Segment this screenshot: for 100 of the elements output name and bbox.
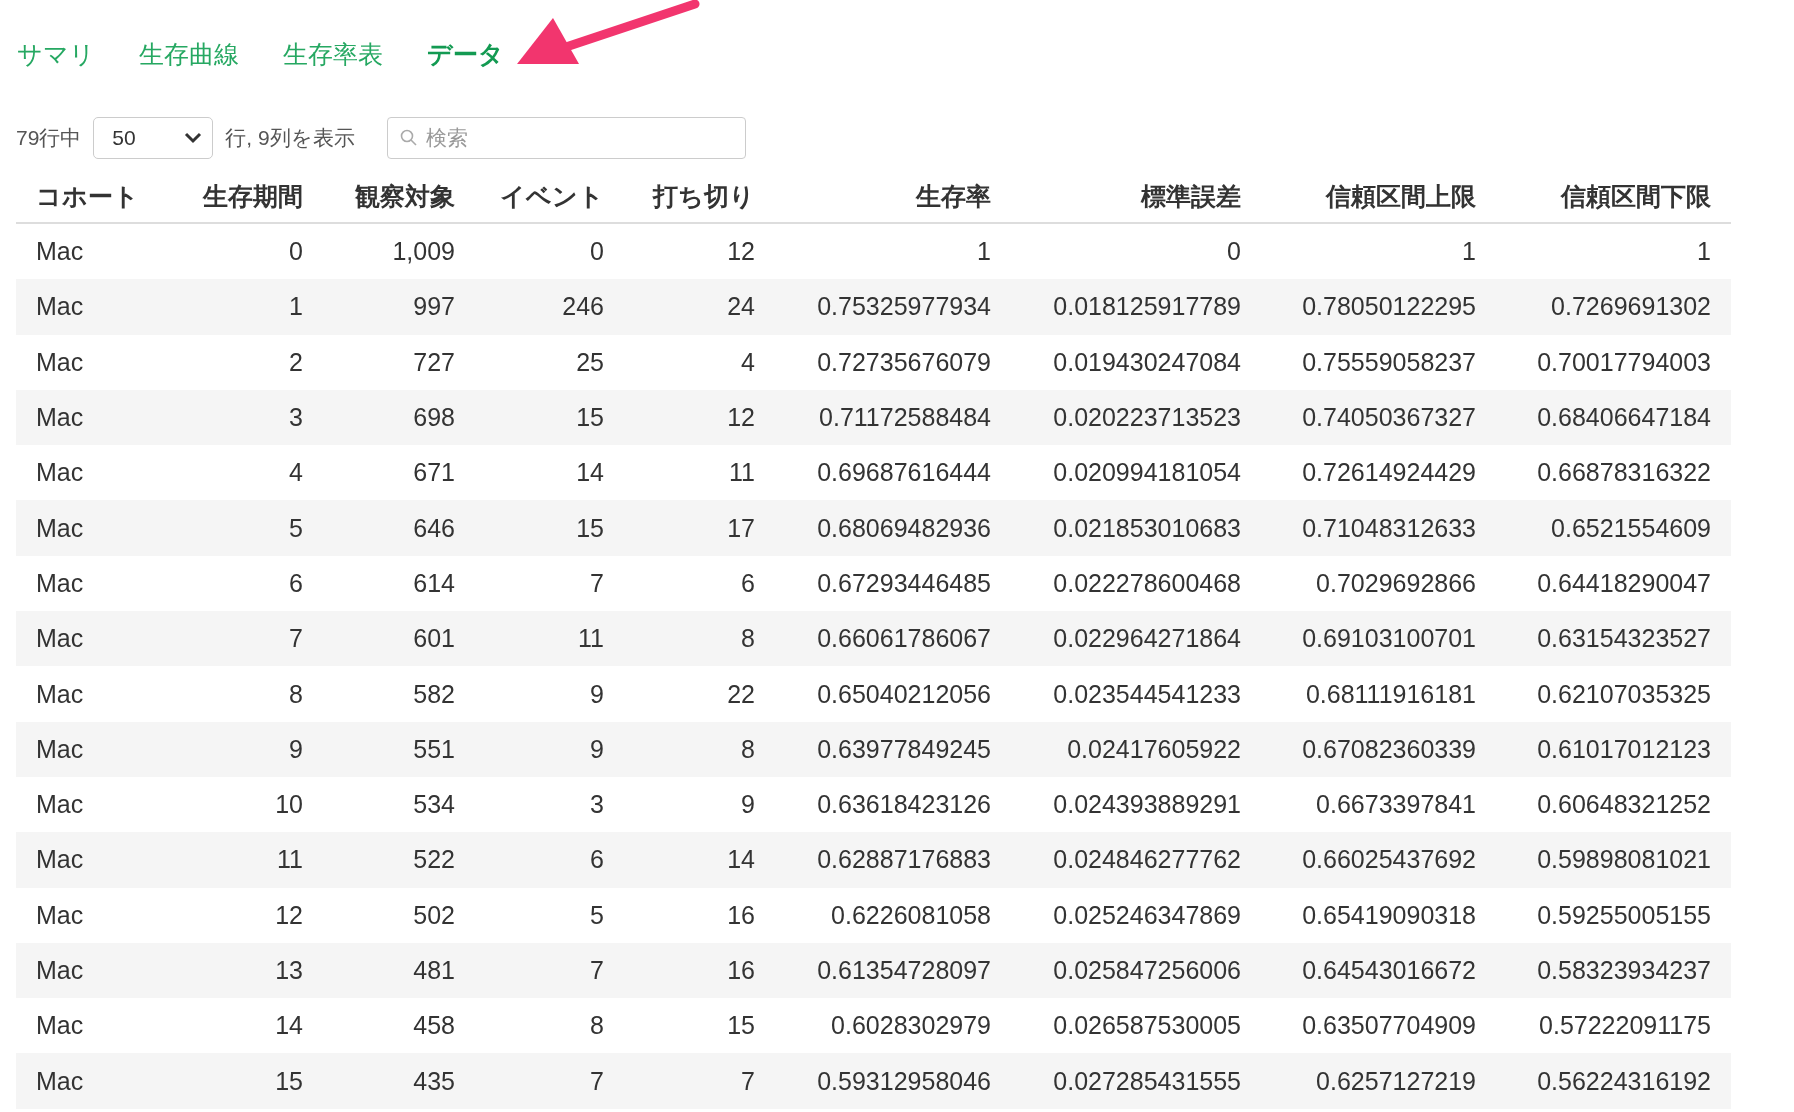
- table-cell: 1,009: [323, 223, 475, 280]
- table-cell: 0.59312958046: [775, 1053, 1011, 1109]
- table-cell: 0.6226081058: [775, 887, 1011, 943]
- table-cell: 502: [323, 887, 475, 943]
- column-header[interactable]: 生存率: [775, 170, 1011, 223]
- table-cell: 0.023544541233: [1011, 666, 1261, 722]
- column-header[interactable]: イベント: [475, 170, 624, 223]
- table-cell: 458: [323, 998, 475, 1054]
- table-cell: 7: [624, 1053, 775, 1109]
- table-cell: 12: [624, 223, 775, 280]
- table-cell: 0.68069482936: [775, 500, 1011, 556]
- table-cell: 8: [475, 998, 624, 1054]
- columns-count-label: 行, 9列を表示: [225, 125, 355, 151]
- table-cell: Mac: [16, 555, 180, 612]
- table-cell: 0.59898081021: [1496, 832, 1731, 888]
- table-cell: 14: [180, 998, 323, 1054]
- table-cell: 0.7269691302: [1496, 279, 1731, 335]
- caret-icon: [184, 132, 203, 144]
- table-cell: 0.6521554609: [1496, 500, 1731, 556]
- table-cell: 16: [624, 887, 775, 943]
- column-header[interactable]: 打ち切り: [624, 170, 775, 223]
- table-cell: 0.018125917789: [1011, 279, 1261, 335]
- table-cell: Mac: [16, 942, 180, 999]
- table-cell: 0.02417605922: [1011, 721, 1261, 777]
- table-cell: 11: [475, 611, 624, 667]
- table-cell: 0: [1011, 223, 1261, 280]
- table-cell: 6: [624, 555, 775, 612]
- table-cell: 7: [475, 555, 624, 612]
- table-cell: 0.63154323527: [1496, 611, 1731, 667]
- table-cell: 0.022964271864: [1011, 611, 1261, 667]
- table-cell: 1: [775, 223, 1011, 280]
- table-cell: 6: [475, 832, 624, 888]
- table-cell: 727: [323, 334, 475, 390]
- table-cell: 0.027285431555: [1011, 1053, 1261, 1109]
- table-cell: Mac: [16, 832, 180, 888]
- table-cell: 3: [180, 389, 323, 446]
- table-cell: 1: [1496, 223, 1731, 280]
- table-cell: Mac: [16, 776, 180, 833]
- table-cell: 0.62887176883: [775, 832, 1011, 888]
- table-cell: 11: [180, 832, 323, 888]
- search-icon: [399, 129, 418, 147]
- table-cell: 15: [624, 998, 775, 1054]
- table-cell: 0.66025437692: [1261, 832, 1496, 888]
- table-cell: 671: [323, 445, 475, 501]
- tab[interactable]: データ: [427, 36, 504, 72]
- table-cell: 0.60648321252: [1496, 776, 1731, 833]
- table-cell: 14: [624, 832, 775, 888]
- table-cell: 0.024393889291: [1011, 776, 1261, 833]
- table-cell: 0.78050122295: [1261, 279, 1496, 335]
- table-cell: 0.58323934237: [1496, 942, 1731, 999]
- column-header[interactable]: 標準誤差: [1011, 170, 1261, 223]
- table-cell: 246: [475, 279, 624, 335]
- table-cell: Mac: [16, 611, 180, 667]
- table-cell: 8: [180, 666, 323, 722]
- table-cell: 0: [475, 223, 624, 280]
- table-cell: 0.7029692866: [1261, 555, 1496, 612]
- page-size-select[interactable]: 50: [93, 117, 214, 159]
- column-header[interactable]: 生存期間: [180, 170, 323, 223]
- column-header[interactable]: 信頼区間下限: [1496, 170, 1731, 223]
- table-cell: Mac: [16, 500, 180, 556]
- table-cell: Mac: [16, 445, 180, 501]
- table-cell: 551: [323, 721, 475, 777]
- table-cell: 0.62107035325: [1496, 666, 1731, 722]
- table-cell: 0.67293446485: [775, 555, 1011, 612]
- table-cell: 0.61017012123: [1496, 721, 1731, 777]
- table-cell: 0.65419090318: [1261, 887, 1496, 943]
- column-header[interactable]: 信頼区間上限: [1261, 170, 1496, 223]
- table-cell: Mac: [16, 334, 180, 390]
- table-cell: 0.75559058237: [1261, 334, 1496, 390]
- table-cell: 9: [475, 721, 624, 777]
- table-cell: 0.59255005155: [1496, 887, 1731, 943]
- table-cell: 0.75325977934: [775, 279, 1011, 335]
- table-cell: 17: [624, 500, 775, 556]
- table-cell: 8: [624, 611, 775, 667]
- table-cell: 2: [180, 334, 323, 390]
- table-cell: 0.019430247084: [1011, 334, 1261, 390]
- table-cell: 15: [475, 389, 624, 446]
- table-cell: 0.65040212056: [775, 666, 1011, 722]
- table-cell: 0.020994181054: [1011, 445, 1261, 501]
- table-cell: 9: [475, 666, 624, 722]
- table-cell: 9: [180, 721, 323, 777]
- table-cell: Mac: [16, 887, 180, 943]
- table-cell: 0.6673397841: [1261, 776, 1496, 833]
- table-cell: Mac: [16, 998, 180, 1054]
- table-cell: 0.74050367327: [1261, 389, 1496, 446]
- table-cell: 0.63507704909: [1261, 998, 1496, 1054]
- table-cell: 0.56224316192: [1496, 1053, 1731, 1109]
- table-cell: 5: [180, 500, 323, 556]
- table-cell: 0.022278600468: [1011, 555, 1261, 612]
- column-header[interactable]: コホート: [16, 170, 180, 223]
- table-cell: 25: [475, 334, 624, 390]
- table-cell: 24: [624, 279, 775, 335]
- table-cell: 601: [323, 611, 475, 667]
- column-header[interactable]: 観察対象: [323, 170, 475, 223]
- table-cell: 11: [624, 445, 775, 501]
- table-cell: 0.69687616444: [775, 445, 1011, 501]
- table-cell: 12: [624, 389, 775, 446]
- table-cell: 0.025847256006: [1011, 942, 1261, 999]
- table-cell: 582: [323, 666, 475, 722]
- table-cell: 0.026587530005: [1011, 998, 1261, 1054]
